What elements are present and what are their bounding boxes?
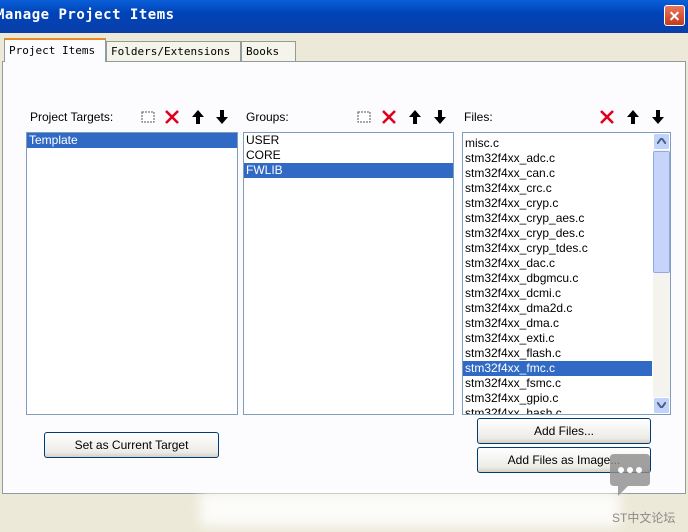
move-down-file-button[interactable]	[648, 107, 668, 127]
file-item[interactable]: stm32f4xx_adc.c	[463, 151, 652, 166]
new-icon	[357, 111, 371, 123]
file-item[interactable]: stm32f4xx_gpio.c	[463, 391, 652, 406]
file-item[interactable]: stm32f4xx_fmc.c	[463, 361, 652, 376]
file-item[interactable]: stm32f4xx_crc.c	[463, 181, 652, 196]
file-item[interactable]: stm32f4xx_cryp.c	[463, 196, 652, 211]
delete-icon	[382, 110, 396, 124]
move-up-icon	[192, 110, 204, 124]
move-down-icon	[652, 110, 664, 124]
move-up-target-button[interactable]	[188, 107, 208, 127]
file-item[interactable]: stm32f4xx_hash.c	[463, 406, 652, 414]
new-icon	[141, 111, 155, 123]
new-target-button[interactable]	[138, 107, 158, 127]
set-current-target-button[interactable]: Set as Current Target	[44, 432, 219, 458]
chat-bubble-icon	[608, 452, 652, 498]
move-up-icon	[627, 110, 639, 124]
delete-target-button[interactable]	[162, 107, 182, 127]
scroll-up-arrow-icon	[657, 138, 666, 144]
targets-label: Project Targets:	[30, 110, 114, 124]
tab-folders-extensions[interactable]: Folders/Extensions	[106, 41, 241, 61]
move-down-group-button[interactable]	[430, 107, 450, 127]
move-up-group-button[interactable]	[405, 107, 425, 127]
add-files-button[interactable]: Add Files...	[477, 418, 651, 444]
file-item[interactable]: stm32f4xx_fsmc.c	[463, 376, 652, 391]
delete-group-button[interactable]	[379, 107, 399, 127]
scroll-up-button[interactable]	[653, 133, 670, 150]
move-down-icon	[216, 110, 228, 124]
scroll-down-arrow-icon	[657, 402, 666, 408]
scroll-thumb[interactable]	[653, 151, 670, 273]
target-item[interactable]: Template	[27, 133, 237, 148]
file-item[interactable]: stm32f4xx_dbgmcu.c	[463, 271, 652, 286]
move-down-target-button[interactable]	[212, 107, 232, 127]
groups-list[interactable]: USER CORE FWLIB	[243, 132, 454, 415]
watermark-text: ST中文论坛	[612, 511, 676, 525]
files-list[interactable]: misc.c stm32f4xx_adc.c stm32f4xx_can.c stm3…	[462, 132, 671, 415]
tab-books[interactable]: Books	[241, 41, 296, 61]
group-item[interactable]: FWLIB	[244, 163, 453, 178]
scroll-down-button[interactable]	[653, 397, 670, 414]
files-scrollbar[interactable]	[653, 133, 670, 414]
tab-project-items[interactable]: Project Items	[4, 38, 106, 62]
file-item[interactable]: stm32f4xx_dma.c	[463, 316, 652, 331]
title-bar: Manage Project Items	[0, 0, 688, 33]
file-item[interactable]: stm32f4xx_cryp_tdes.c	[463, 241, 652, 256]
file-item[interactable]: misc.c	[463, 136, 652, 151]
file-item[interactable]: stm32f4xx_cryp_aes.c	[463, 211, 652, 226]
blurred-overlay	[200, 492, 620, 526]
file-item[interactable]: stm32f4xx_flash.c	[463, 346, 652, 361]
new-group-button[interactable]	[354, 107, 374, 127]
file-item[interactable]: stm32f4xx_dcmi.c	[463, 286, 652, 301]
file-item[interactable]: stm32f4xx_dac.c	[463, 256, 652, 271]
groups-label: Groups:	[246, 110, 289, 124]
delete-icon	[165, 110, 179, 124]
move-up-icon	[409, 110, 421, 124]
close-button[interactable]	[664, 5, 685, 26]
file-item[interactable]: stm32f4xx_exti.c	[463, 331, 652, 346]
move-up-file-button[interactable]	[623, 107, 643, 127]
group-item[interactable]: USER	[244, 133, 453, 148]
move-down-icon	[434, 110, 446, 124]
window-title: Manage Project Items	[0, 7, 175, 23]
file-item[interactable]: stm32f4xx_dma2d.c	[463, 301, 652, 316]
files-label: Files:	[464, 110, 493, 124]
file-item[interactable]: stm32f4xx_cryp_des.c	[463, 226, 652, 241]
targets-list[interactable]: Template	[26, 132, 238, 415]
delete-file-button[interactable]	[597, 107, 617, 127]
delete-icon	[600, 110, 614, 124]
group-item[interactable]: CORE	[244, 148, 453, 163]
file-item[interactable]: stm32f4xx_can.c	[463, 166, 652, 181]
